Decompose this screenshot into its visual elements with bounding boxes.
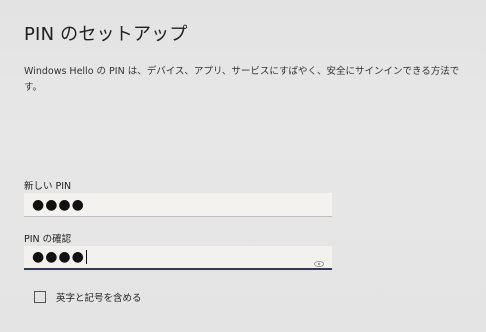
include-letters-symbols-label: 英字と記号を含める xyxy=(56,293,142,304)
confirm-pin-label: PIN の確認 xyxy=(24,234,72,245)
text-caret xyxy=(85,250,87,264)
eye-icon[interactable] xyxy=(314,253,324,268)
new-pin-label: 新しい PIN xyxy=(24,181,72,192)
pin-setup-dialog: PIN のセットアップ Windows Hello の PIN は、デバイス、ア… xyxy=(0,0,486,332)
new-pin-field[interactable]: ●●●● xyxy=(24,193,332,217)
include-letters-symbols-option[interactable]: 英字と記号を含める xyxy=(34,290,142,304)
confirm-pin-masked-value: ●●●● xyxy=(32,249,85,265)
include-letters-symbols-checkbox[interactable] xyxy=(34,291,46,303)
description-text: Windows Hello の PIN は、デバイス、アプリ、サービスにすばやく… xyxy=(24,66,460,93)
new-pin-masked-value: ●●●● xyxy=(32,196,85,213)
page-title: PIN のセットアップ xyxy=(24,24,188,45)
confirm-pin-field[interactable]: ●●●● xyxy=(24,246,332,270)
